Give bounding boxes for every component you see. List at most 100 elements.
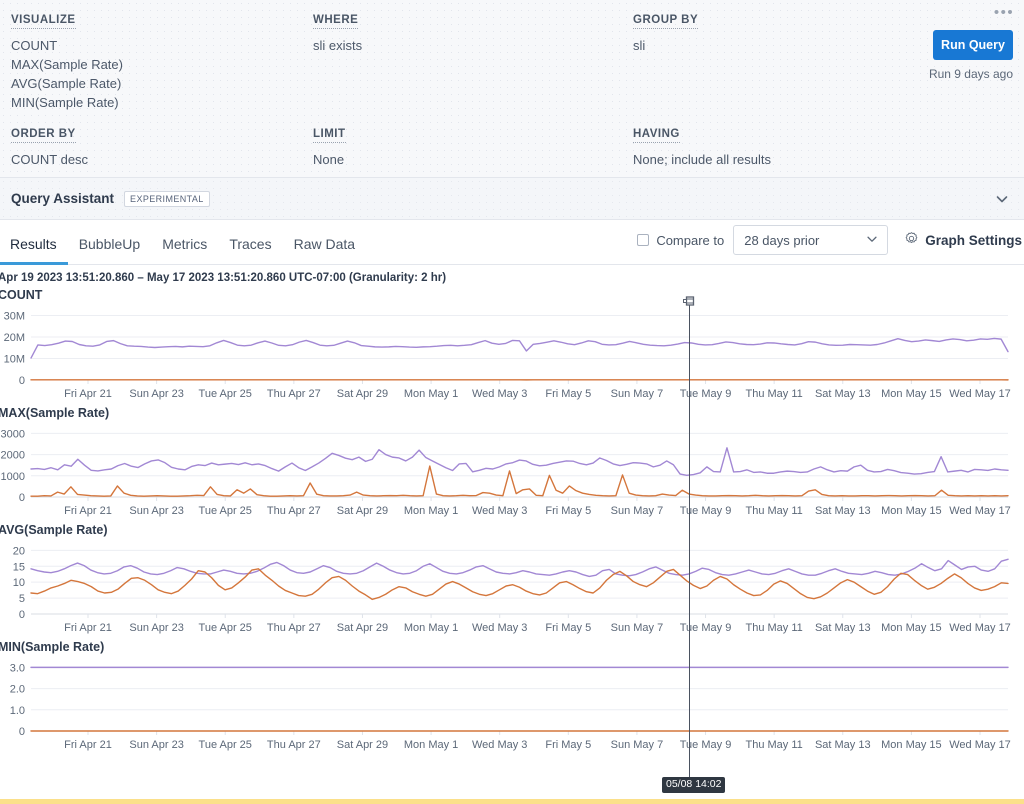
more-options-icon[interactable]: •••: [992, 2, 1016, 22]
chart-title-min: MIN(Sample Rate): [0, 640, 105, 654]
svg-text:Sun Apr 23: Sun Apr 23: [129, 388, 183, 400]
svg-text:0: 0: [19, 492, 25, 504]
compare-to-control[interactable]: Compare to: [637, 233, 724, 248]
limit-clause[interactable]: LIMIT None: [313, 124, 346, 169]
svg-text:Sat Apr 29: Sat Apr 29: [337, 622, 388, 634]
compare-period-value: 28 days prior: [744, 232, 820, 248]
svg-text:5: 5: [19, 593, 25, 605]
svg-text:Wed May 3: Wed May 3: [472, 622, 527, 634]
tab-list: Results BubbleUp Metrics Traces Raw Data: [0, 220, 366, 265]
svg-text:Sun May 7: Sun May 7: [611, 622, 664, 634]
svg-text:0: 0: [19, 375, 25, 387]
svg-text:Mon May 15: Mon May 15: [881, 739, 942, 751]
svg-text:Sat May 13: Sat May 13: [815, 622, 871, 634]
svg-text:Wed May 3: Wed May 3: [472, 505, 527, 517]
svg-text:0: 0: [19, 726, 25, 738]
tab-bubbleup[interactable]: BubbleUp: [68, 236, 152, 264]
svg-text:Wed May 17: Wed May 17: [949, 739, 1011, 751]
chart-count: COUNT 0 10M 20M 30M Fri Apr 21 Sun Apr 23 Tue …: [0, 288, 1024, 406]
tab-results[interactable]: Results: [0, 236, 68, 265]
tab-traces[interactable]: Traces: [218, 236, 282, 264]
visualize-value: COUNT: [11, 38, 58, 53]
visualize-clause[interactable]: VISUALIZE COUNT MAX(Sample Rate) AVG(Sam…: [11, 10, 123, 112]
group-by-clause[interactable]: GROUP BY sli: [633, 10, 699, 55]
svg-text:Sun May 7: Sun May 7: [611, 739, 664, 751]
svg-text:Mon May 1: Mon May 1: [404, 622, 458, 634]
tabs-right-controls: Compare to 28 days prior Graph Settings: [637, 225, 1024, 255]
svg-text:Sun Apr 23: Sun Apr 23: [129, 622, 183, 634]
svg-text:Tue Apr 25: Tue Apr 25: [199, 622, 252, 634]
chevron-down-icon: [865, 232, 879, 249]
svg-text:Mon May 1: Mon May 1: [404, 388, 458, 400]
gear-icon: [904, 231, 919, 249]
graph-settings-button[interactable]: Graph Settings: [904, 231, 1024, 249]
svg-text:Sat May 13: Sat May 13: [815, 388, 871, 400]
svg-text:Tue May 9: Tue May 9: [680, 388, 732, 400]
svg-text:Mon May 15: Mon May 15: [881, 505, 942, 517]
svg-text:Thu Apr 27: Thu Apr 27: [267, 505, 321, 517]
svg-text:Tue Apr 25: Tue Apr 25: [199, 505, 252, 517]
order-by-clause[interactable]: ORDER BY COUNT desc: [11, 124, 88, 169]
run-query-button[interactable]: Run Query: [933, 30, 1013, 60]
where-clause[interactable]: WHERE sli exists: [313, 10, 362, 55]
crosshair-timestamp-badge: 05/08 14:02: [662, 777, 726, 793]
svg-text:Thu May 11: Thu May 11: [746, 505, 803, 517]
group-by-value: sli: [633, 38, 646, 53]
having-value: None; include all results: [633, 152, 772, 167]
results-tabs-row: Results BubbleUp Metrics Traces Raw Data…: [0, 220, 1024, 265]
chart-title-avg: AVG(Sample Rate): [0, 523, 108, 537]
graph-settings-label: Graph Settings: [925, 232, 1022, 248]
svg-text:10: 10: [13, 577, 25, 589]
chart-max-sample-rate: MAX(Sample Rate) 0 1000 2000 3000 Fri Apr 21…: [0, 406, 1024, 523]
tab-metrics[interactable]: Metrics: [151, 236, 218, 264]
svg-text:Fri Apr 21: Fri Apr 21: [64, 739, 112, 751]
svg-text:Wed May 17: Wed May 17: [949, 622, 1011, 634]
compare-period-select[interactable]: 28 days prior: [733, 225, 889, 255]
svg-text:Fri Apr 21: Fri Apr 21: [64, 622, 112, 634]
order-by-value: COUNT desc: [11, 152, 89, 167]
compare-to-label: Compare to: [656, 232, 725, 248]
svg-text:Sat May 13: Sat May 13: [815, 739, 871, 751]
where-label: WHERE: [313, 14, 359, 29]
chart-title-count: COUNT: [0, 288, 43, 302]
svg-text:Fri May 5: Fri May 5: [545, 739, 591, 751]
chart-svg-avg[interactable]: 0 5 10 15 20 Fri Apr 21 Sun Apr 23 Tue Apr 25 Th…: [0, 538, 1024, 640]
experimental-badge: EXPERIMENTAL: [124, 190, 210, 207]
svg-text:Fri Apr 21: Fri Apr 21: [64, 505, 112, 517]
limit-label: LIMIT: [313, 128, 346, 143]
svg-text:Thu Apr 27: Thu Apr 27: [267, 622, 321, 634]
svg-text:Sat Apr 29: Sat Apr 29: [337, 739, 388, 751]
query-assistant-bar[interactable]: Query Assistant EXPERIMENTAL: [0, 178, 1024, 220]
svg-text:Fri May 5: Fri May 5: [545, 388, 591, 400]
chart-min-sample-rate: MIN(Sample Rate) 0 1.0 2.0 3.0 Fri Apr 21 Sun…: [0, 640, 1024, 757]
svg-text:Sun Apr 23: Sun Apr 23: [129, 505, 183, 517]
svg-text:Thu Apr 27: Thu Apr 27: [267, 739, 321, 751]
svg-text:2000: 2000: [1, 450, 25, 462]
chart-svg-count[interactable]: 0 10M 20M 30M Fri Apr 21 Sun Apr 23 Tue Apr 25…: [0, 303, 1024, 406]
visualize-label: VISUALIZE: [11, 14, 76, 29]
chevron-down-icon[interactable]: [994, 191, 1010, 207]
chart-svg-min[interactable]: 0 1.0 2.0 3.0 Fri Apr 21 Sun Apr 23 Tue Apr 25…: [0, 655, 1024, 757]
chart-avg-sample-rate: AVG(Sample Rate) 0 5 10 15 20 Fri Apr 21 Sun A…: [0, 523, 1024, 640]
svg-text:Mon May 15: Mon May 15: [881, 622, 942, 634]
svg-text:Wed May 17: Wed May 17: [949, 505, 1011, 517]
svg-text:Fri Apr 21: Fri Apr 21: [64, 388, 112, 400]
time-range-label: Apr 19 2023 13:51:20.860 – May 17 2023 1…: [0, 272, 447, 284]
compare-to-checkbox[interactable]: [637, 234, 650, 246]
having-clause[interactable]: HAVING None; include all results: [633, 124, 771, 169]
svg-text:30M: 30M: [4, 310, 25, 322]
svg-text:Sat Apr 29: Sat Apr 29: [337, 505, 388, 517]
svg-text:10M: 10M: [4, 353, 25, 365]
svg-text:Mon May 1: Mon May 1: [404, 739, 458, 751]
svg-text:0: 0: [19, 609, 25, 621]
chart-svg-max[interactable]: 0 1000 2000 3000 Fri Apr 21 Sun Apr 23 Tue Apr…: [0, 421, 1024, 523]
svg-text:15: 15: [13, 561, 25, 573]
svg-text:Sun May 7: Sun May 7: [611, 505, 664, 517]
svg-text:Thu Apr 27: Thu Apr 27: [267, 388, 321, 400]
tab-raw-data[interactable]: Raw Data: [283, 236, 366, 264]
svg-text:Fri May 5: Fri May 5: [545, 505, 591, 517]
svg-text:1.0: 1.0: [10, 705, 25, 717]
visualize-value: AVG(Sample Rate): [11, 76, 122, 91]
svg-text:Tue May 9: Tue May 9: [680, 622, 732, 634]
svg-text:Fri May 5: Fri May 5: [545, 622, 591, 634]
